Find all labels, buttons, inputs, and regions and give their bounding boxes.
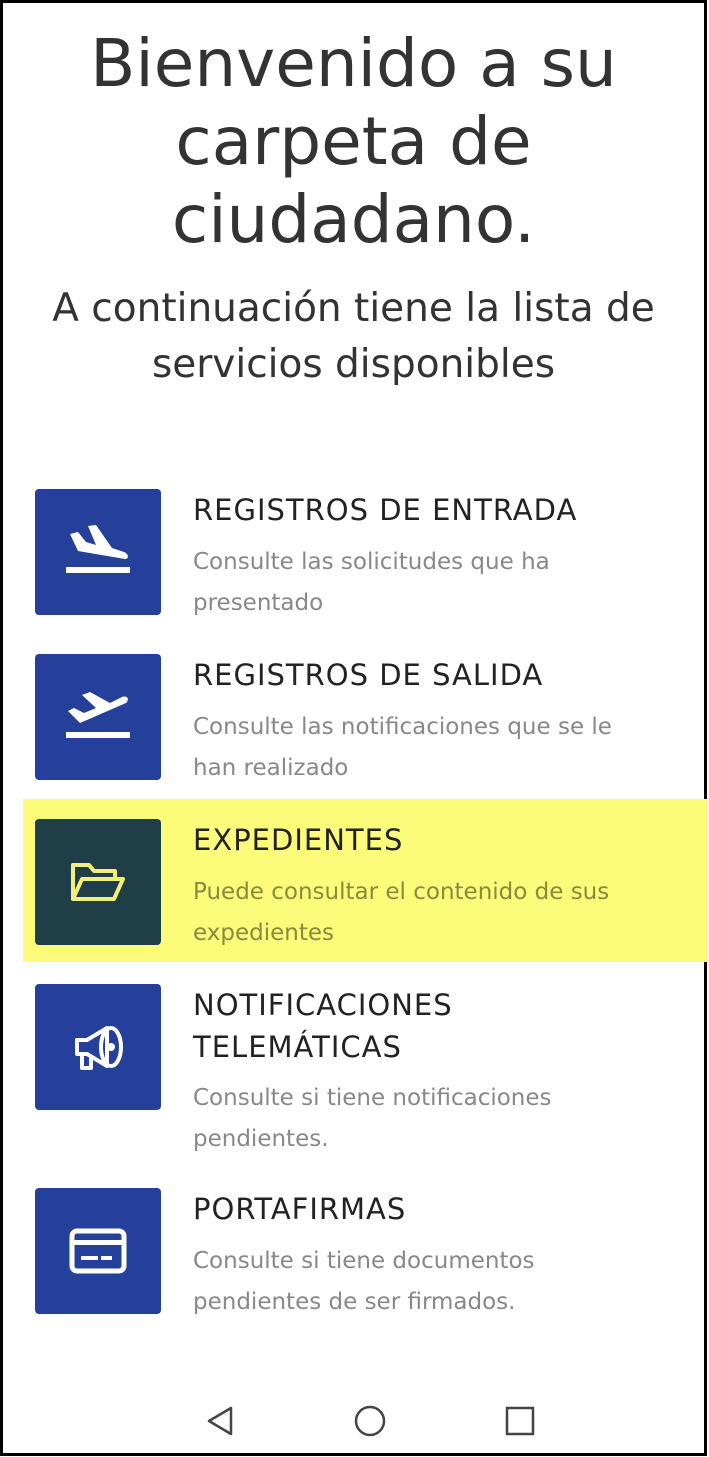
page-title-line: carpeta de — [175, 103, 532, 180]
service-tile — [35, 984, 161, 1110]
service-description-line: Consulte las notificaciones que se le — [193, 714, 612, 740]
service-description-line: expedientes — [193, 920, 334, 946]
service-description: Puede consultar el contenido de sus expe… — [193, 872, 683, 954]
plane-takeoff-icon — [66, 692, 130, 738]
back-icon — [207, 1406, 233, 1436]
system-navigation-bar — [3, 1387, 704, 1457]
service-description-line: pendientes de ser firmados. — [193, 1289, 516, 1315]
card-icon — [69, 1228, 127, 1274]
service-portafirmas[interactable]: PORTAFIRMAS Consulte si tiene documentos… — [3, 1188, 704, 1318]
service-tile — [35, 654, 161, 780]
plane-landing-icon — [66, 525, 130, 573]
service-description: Consulte si tiene notificaciones pendien… — [193, 1078, 683, 1160]
service-description-line: Consulte si tiene notificaciones — [193, 1085, 552, 1111]
service-description-line: Consulte si tiene documentos — [193, 1248, 535, 1274]
service-tile — [35, 489, 161, 615]
service-title: NOTIFICACIONES TELEMÁTICAS — [193, 984, 683, 1068]
service-description-line: presentado — [193, 590, 324, 616]
megaphone-icon — [75, 1026, 123, 1070]
home-icon — [354, 1405, 386, 1437]
service-tile — [35, 819, 161, 945]
service-description: Consulte si tiene documentos pendientes … — [193, 1241, 683, 1323]
page-subtitle: A continuación tiene la lista de servici… — [3, 281, 704, 393]
service-description-line: Puede consultar el contenido de sus — [193, 879, 610, 905]
service-title: PORTAFIRMAS — [193, 1192, 407, 1226]
app-screen: Bienvenido a su carpeta de ciudadano. A … — [0, 0, 708, 1457]
service-title: EXPEDIENTES — [193, 823, 404, 857]
service-description: Consulte las notificaciones que se le ha… — [193, 707, 683, 789]
service-title-line: NOTIFICACIONES — [193, 988, 453, 1022]
page-title-line: ciudadano. — [171, 181, 536, 258]
page-title: Bienvenido a su carpeta de ciudadano. — [3, 25, 704, 259]
nav-home-button[interactable] — [350, 1401, 390, 1441]
service-tile — [35, 1188, 161, 1314]
nav-back-button[interactable] — [200, 1401, 240, 1441]
service-notificaciones-telematicas[interactable]: NOTIFICACIONES TELEMÁTICAS Consulte si t… — [3, 984, 704, 1164]
service-registros-salida[interactable]: REGISTROS DE SALIDA Consulte las notific… — [3, 654, 704, 784]
page-subtitle-line: A continuación tiene la lista de — [52, 286, 655, 331]
page-title-line: Bienvenido a su — [90, 25, 617, 102]
service-description-line: Consulte las solicitudes que ha — [193, 549, 550, 575]
service-description: Consulte las solicitudes que ha presenta… — [193, 542, 683, 624]
nav-recents-button[interactable] — [500, 1401, 540, 1441]
service-registros-entrada[interactable]: REGISTROS DE ENTRADA Consulte las solici… — [3, 489, 704, 619]
service-expedientes[interactable]: EXPEDIENTES Puede consultar el contenido… — [3, 819, 704, 949]
service-title: REGISTROS DE ENTRADA — [193, 493, 578, 527]
service-description-line: han realizado — [193, 755, 349, 781]
page-subtitle-line: servicios disponibles — [151, 342, 556, 387]
service-description-line: pendientes. — [193, 1126, 329, 1152]
recents-icon — [505, 1406, 535, 1436]
service-title-line: TELEMÁTICAS — [193, 1030, 402, 1064]
service-title: REGISTROS DE SALIDA — [193, 658, 544, 692]
folder-open-icon — [71, 863, 125, 901]
